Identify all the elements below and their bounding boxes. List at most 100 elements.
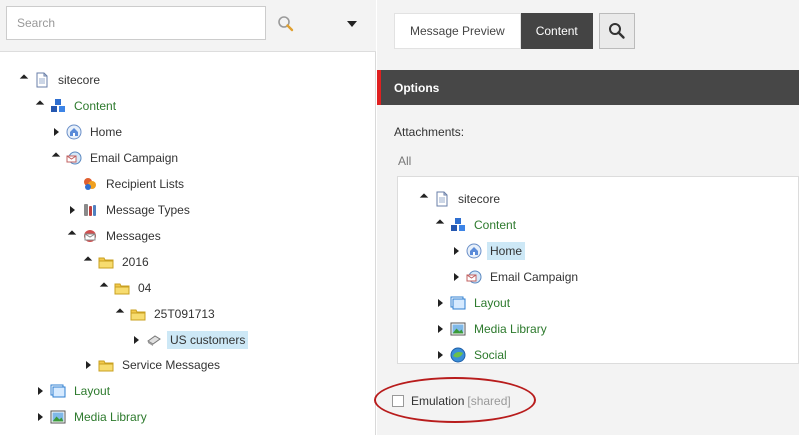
tree-toggle[interactable]: [32, 409, 48, 425]
emulation-checkbox[interactable]: [392, 395, 404, 407]
tree-node[interactable]: Content: [432, 214, 519, 236]
expanded-arrow-icon: [51, 152, 61, 161]
folder-icon: [98, 254, 114, 270]
tree-node-label[interactable]: 25T091713: [151, 305, 218, 323]
tree-node-label[interactable]: Message Types: [103, 201, 193, 219]
tree-node-label[interactable]: Media Library: [471, 320, 550, 338]
email-campaign-icon: [466, 269, 482, 285]
tree-options-dropdown-button[interactable]: [338, 10, 366, 38]
tree-node[interactable]: Content: [32, 95, 119, 117]
tree-node[interactable]: sitecore: [16, 69, 103, 91]
tree-node-label[interactable]: 2016: [119, 253, 152, 271]
collapsed-arrow-icon: [437, 351, 443, 359]
editor-panel: Message Preview Content Options Attachme…: [374, 0, 799, 435]
folder-icon: [130, 306, 146, 322]
tree-toggle[interactable]: [416, 191, 432, 207]
layout-icon: [50, 383, 66, 399]
messages-icon: [82, 228, 98, 244]
tree-node[interactable]: Email Campaign: [448, 266, 581, 288]
tree-node[interactable]: 04: [96, 277, 154, 299]
emulation-option: Emulation [shared]: [392, 392, 511, 410]
tree-toggle[interactable]: [128, 332, 144, 348]
tree-node[interactable]: Social: [432, 344, 510, 363]
tree-toggle[interactable]: [64, 228, 80, 244]
home-icon: [466, 243, 482, 259]
tree-toggle[interactable]: [448, 243, 464, 259]
tree-node[interactable]: Message Types: [64, 199, 193, 221]
tree-toggle[interactable]: [80, 254, 96, 270]
search-button[interactable]: [272, 10, 300, 38]
tree-node-label[interactable]: sitecore: [55, 71, 103, 89]
tree-node[interactable]: Layout: [432, 292, 513, 314]
expanded-arrow-icon: [19, 74, 29, 83]
tree-toggle[interactable]: [432, 321, 448, 337]
media-library-icon: [450, 321, 466, 337]
tree-toggle[interactable]: [48, 150, 64, 166]
tree-node[interactable]: 25T091713: [112, 303, 218, 325]
tree-node-label[interactable]: Email Campaign: [87, 149, 181, 167]
tree-node[interactable]: sitecore: [416, 188, 503, 210]
tree-node-label[interactable]: Email Campaign: [487, 268, 581, 286]
tree-toggle[interactable]: [32, 98, 48, 114]
attachments-tree: sitecore Content Home Email Campaign Layout M…: [397, 176, 799, 364]
content-tree-panel: sitecore Content Home Email Campaign Recipie…: [0, 0, 376, 435]
collapsed-arrow-icon: [453, 273, 459, 281]
attachments-label: Attachments:: [394, 125, 465, 139]
tree-node-label[interactable]: Content: [471, 216, 519, 234]
tree-toggle[interactable]: [96, 280, 112, 296]
tree-node[interactable]: Email Campaign: [48, 147, 181, 169]
tree-toggle[interactable]: [432, 347, 448, 363]
tree-node[interactable]: Media Library: [32, 406, 150, 428]
tree-toggle[interactable]: [112, 306, 128, 322]
tree-toggle[interactable]: [48, 124, 64, 140]
search-icon: [278, 16, 294, 32]
tree-node-label[interactable]: US customers: [167, 331, 249, 349]
tree-toggle[interactable]: [448, 269, 464, 285]
tree-node-label[interactable]: Home: [487, 242, 526, 260]
tab-content[interactable]: Content: [520, 13, 593, 49]
tree-node-label[interactable]: Media Library: [71, 408, 150, 426]
tree-node[interactable]: Home: [448, 240, 526, 262]
layout-icon: [450, 295, 466, 311]
media-library-icon: [50, 409, 66, 425]
expanded-arrow-icon: [99, 282, 109, 291]
tree-node[interactable]: Recipient Lists: [64, 173, 187, 195]
tab-search-button[interactable]: [598, 13, 635, 49]
tree-toggle[interactable]: [16, 72, 32, 88]
tree-node[interactable]: Messages: [64, 225, 164, 247]
expanded-arrow-icon: [35, 100, 45, 109]
tree-toggle[interactable]: [432, 295, 448, 311]
tree-node[interactable]: Service Messages: [80, 354, 223, 376]
tree-node-label[interactable]: Content: [71, 97, 119, 115]
options-title: Options: [394, 80, 440, 95]
tree-node-label[interactable]: Layout: [471, 294, 513, 312]
search-bar: [0, 0, 376, 52]
search-input[interactable]: [6, 6, 266, 40]
tab-message-preview[interactable]: Message Preview: [394, 13, 521, 49]
attachments-filter-all[interactable]: All: [398, 154, 411, 168]
tree-toggle[interactable]: [80, 357, 96, 373]
tree-node-label[interactable]: Service Messages: [119, 356, 223, 374]
tree-node[interactable]: 2016: [80, 251, 152, 273]
collapsed-arrow-icon: [133, 336, 139, 344]
tree-toggle[interactable]: [32, 383, 48, 399]
tree-node[interactable]: Layout: [32, 380, 113, 402]
tree-node-label[interactable]: Home: [87, 123, 125, 141]
collapsed-arrow-icon: [53, 128, 59, 136]
search-icon: [608, 23, 625, 39]
tree-node-label[interactable]: Messages: [103, 227, 164, 245]
tree-node[interactable]: US customers: [128, 329, 249, 351]
tree-node-label[interactable]: 04: [135, 279, 154, 297]
tree-node-label[interactable]: Social: [471, 346, 510, 363]
tree-toggle[interactable]: [64, 202, 80, 218]
tree-node-label[interactable]: Recipient Lists: [103, 175, 187, 193]
expanded-arrow-icon: [419, 193, 429, 202]
tree-toggle: [64, 176, 80, 192]
tree-node-label[interactable]: sitecore: [455, 190, 503, 208]
tree-node[interactable]: Home: [48, 121, 125, 143]
expanded-arrow-icon: [115, 308, 125, 317]
options-section-header[interactable]: Options: [377, 70, 799, 105]
tree-toggle[interactable]: [432, 217, 448, 233]
tree-node-label[interactable]: Layout: [71, 382, 113, 400]
tree-node[interactable]: Media Library: [432, 318, 550, 340]
